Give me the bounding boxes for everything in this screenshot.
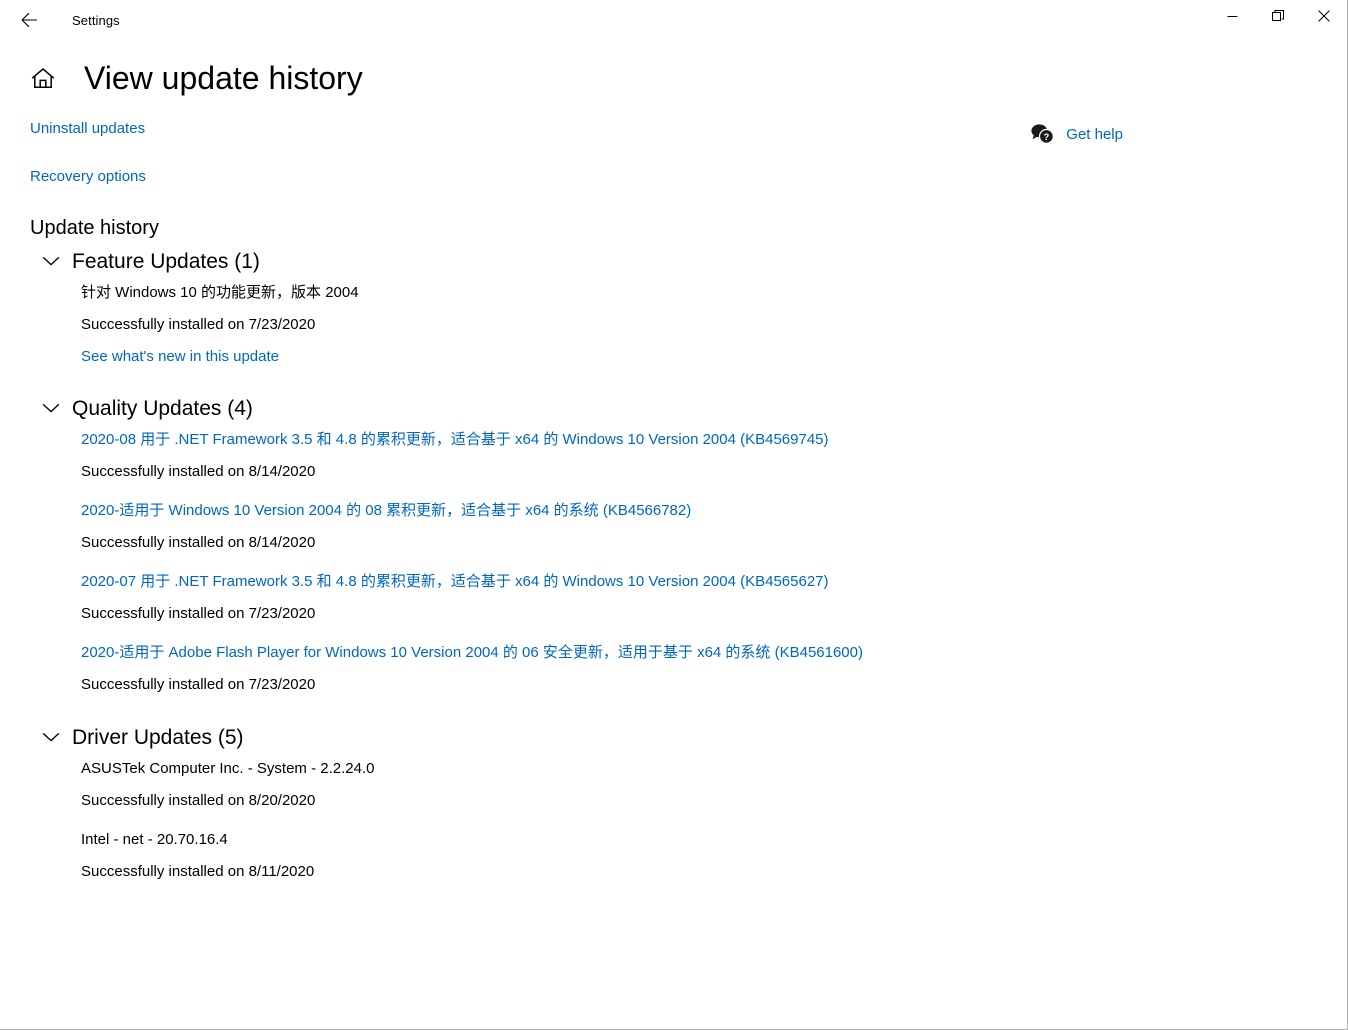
chevron-down-icon — [40, 397, 62, 419]
update-history-title: Update history — [30, 217, 159, 239]
restore-button[interactable] — [1255, 0, 1301, 32]
update-status: Successfully installed on 7/23/2020 — [81, 604, 316, 622]
update-entry: 2020-08 用于 .NET Framework 3.5 和 4.8 的累积更… — [81, 431, 1347, 480]
help-chat-question-icon: ? — [1030, 122, 1055, 146]
chevron-down-icon — [40, 250, 62, 272]
caption-buttons — [1209, 0, 1347, 40]
update-status: Successfully installed on 8/11/2020 — [81, 862, 315, 880]
group-driver-updates: Driver Updates (5) ASUSTek Computer Inc.… — [0, 726, 1347, 880]
group-entries: 针对 Windows 10 的功能更新，版本 2004 Successfully… — [0, 284, 1347, 366]
update-title: ASUSTek Computer Inc. - System - 2.2.24.… — [81, 760, 375, 777]
back-button[interactable] — [6, 4, 52, 36]
actions-row: Uninstall updates Recovery options ? Get… — [0, 121, 1347, 184]
group-feature-updates: Feature Updates (1) 针对 Windows 10 的功能更新，… — [0, 250, 1347, 366]
svg-text:?: ? — [1044, 132, 1050, 143]
get-help-area[interactable]: ? Get help — [1030, 122, 1123, 146]
group-label: Quality Updates (4) — [72, 396, 253, 420]
title-bar: Settings — [0, 0, 1347, 40]
update-status: Successfully installed on 7/23/2020 — [81, 675, 316, 693]
action-links: Uninstall updates Recovery options — [30, 121, 146, 184]
group-label: Driver Updates (5) — [72, 725, 244, 749]
update-entry: 2020-07 用于 .NET Framework 3.5 和 4.8 的累积更… — [81, 573, 1347, 622]
update-entry: 2020-适用于 Windows 10 Version 2004 的 08 累积… — [81, 502, 1347, 551]
group-entries: 2020-08 用于 .NET Framework 3.5 和 4.8 的累积更… — [0, 431, 1347, 693]
minimize-button[interactable] — [1209, 0, 1255, 32]
page-title: View update history — [84, 60, 363, 96]
group-label: Feature Updates (1) — [72, 249, 260, 273]
recovery-options-link[interactable]: Recovery options — [30, 169, 146, 184]
settings-window: Settings View update history Uninstall u… — [0, 0, 1348, 1030]
update-status: Successfully installed on 8/14/2020 — [81, 462, 316, 480]
update-title-link[interactable]: 2020-08 用于 .NET Framework 3.5 和 4.8 的累积更… — [81, 431, 1347, 449]
group-header-driver-updates[interactable]: Driver Updates (5) — [40, 726, 244, 748]
group-entries: ASUSTek Computer Inc. - System - 2.2.24.… — [0, 760, 1347, 880]
get-help-label[interactable]: Get help — [1066, 126, 1123, 143]
update-title-link[interactable]: 2020-适用于 Adobe Flash Player for Windows … — [81, 644, 1347, 662]
update-title: 针对 Windows 10 的功能更新，版本 2004 — [81, 284, 359, 301]
home-icon[interactable] — [28, 63, 58, 93]
app-title: Settings — [72, 12, 120, 28]
page-content: View update history Uninstall updates Re… — [0, 40, 1347, 1029]
update-title: Intel - net - 20.70.16.4 — [81, 831, 228, 848]
update-status: Successfully installed on 8/20/2020 — [81, 791, 316, 809]
update-title-link[interactable]: 2020-适用于 Windows 10 Version 2004 的 08 累积… — [81, 502, 1347, 520]
update-title-link[interactable]: 2020-07 用于 .NET Framework 3.5 和 4.8 的累积更… — [81, 573, 1347, 591]
group-quality-updates: Quality Updates (4) 2020-08 用于 .NET Fram… — [0, 397, 1347, 693]
update-entry: 针对 Windows 10 的功能更新，版本 2004 Successfully… — [81, 284, 1347, 366]
uninstall-updates-link[interactable]: Uninstall updates — [30, 121, 146, 136]
update-status: Successfully installed on 7/23/2020 — [81, 315, 316, 333]
update-entry: ASUSTek Computer Inc. - System - 2.2.24.… — [81, 760, 1347, 809]
page-header: View update history — [28, 62, 1347, 94]
update-entry: 2020-适用于 Adobe Flash Player for Windows … — [81, 644, 1347, 693]
chevron-down-icon — [40, 726, 62, 748]
see-whats-new-link[interactable]: See what's new in this update — [81, 348, 279, 366]
close-button[interactable] — [1301, 0, 1347, 32]
update-status: Successfully installed on 8/14/2020 — [81, 533, 316, 551]
group-header-quality-updates[interactable]: Quality Updates (4) — [40, 397, 253, 419]
group-header-feature-updates[interactable]: Feature Updates (1) — [40, 250, 260, 272]
update-entry: Intel - net - 20.70.16.4 Successfully in… — [81, 831, 1347, 880]
